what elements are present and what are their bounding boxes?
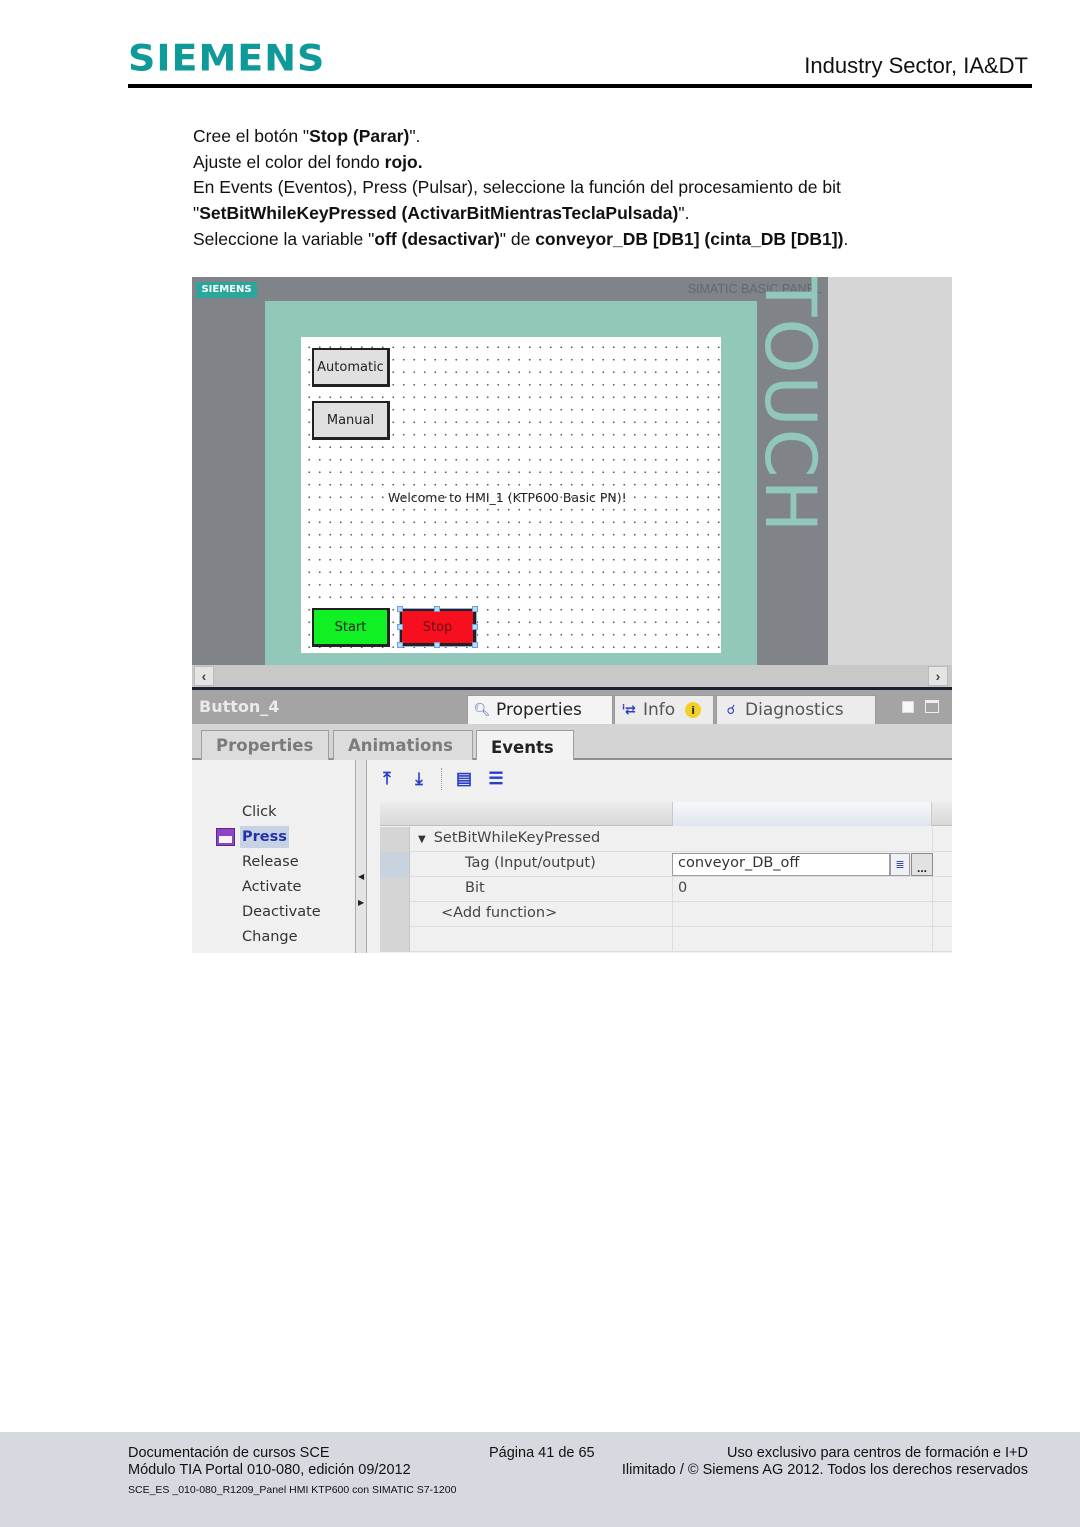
- collapse-caret-icon[interactable]: ▼: [418, 834, 426, 845]
- instructions: Cree el botón "Stop (Parar)". Ajuste el …: [193, 124, 848, 253]
- siemens-logo: SIEMENS: [128, 37, 326, 79]
- grid-header: [380, 802, 952, 826]
- scroll-right-button[interactable]: ›: [928, 666, 948, 686]
- event-item-change[interactable]: Change: [240, 926, 300, 948]
- instruction-line-5: Seleccione la variable "off (desactivar)…: [193, 228, 849, 249]
- tab-properties[interactable]: 🔍︎ Properties: [467, 695, 613, 724]
- tag-list-icon[interactable]: ≣: [890, 853, 910, 876]
- sector-label: Industry Sector, IA&DT: [804, 53, 1028, 78]
- header-divider: [128, 84, 1032, 88]
- instruction-line-2: Ajuste el color del fondo rojo.: [193, 151, 423, 172]
- footer-filename: SCE_ES _010-080_R1209_Panel HMI KTP600 c…: [128, 1484, 457, 1496]
- param-row-tag[interactable]: Tag (Input/output) conveyor_DB_off ≣ ...: [380, 852, 952, 877]
- properties-icon: 🔍︎: [473, 702, 491, 718]
- diagnostics-icon: ☌: [726, 702, 736, 718]
- empty-row: [380, 927, 952, 952]
- tia-portal-screenshot: SIEMENS SIMATIC BASIC PANEL TOUCH Automa…: [192, 277, 952, 953]
- device-siemens-logo: SIEMENS: [196, 282, 257, 298]
- resize-handle[interactable]: [397, 642, 403, 648]
- event-list: Click Press Release Activate Deactivate …: [192, 760, 355, 953]
- hmi-screen-canvas[interactable]: Automatic Manual Welcome to HMI_1 (KTP60…: [301, 337, 721, 653]
- tab-diagnostics[interactable]: ☌ Diagnostics: [716, 695, 876, 724]
- touch-label: TOUCH: [749, 277, 831, 535]
- instruction-line-1: Cree el botón "Stop (Parar)".: [193, 126, 421, 146]
- param-row-bit[interactable]: Bit 0: [380, 877, 952, 902]
- resize-handle[interactable]: [472, 642, 478, 648]
- expand-all-icon[interactable]: ☰: [486, 769, 506, 789]
- resize-handle[interactable]: [472, 624, 478, 630]
- chevron-right-icon: ›: [935, 668, 941, 684]
- bit-value[interactable]: 0: [678, 880, 687, 896]
- resize-handle[interactable]: [397, 606, 403, 612]
- instruction-line-3: En Events (Eventos), Press (Pulsar), sel…: [193, 177, 841, 198]
- add-function-row[interactable]: <Add function>: [380, 902, 952, 927]
- chevron-left-icon: ‹: [201, 668, 207, 684]
- collapse-left-icon[interactable]: ◀: [358, 872, 364, 881]
- automatic-button[interactable]: Automatic: [312, 348, 390, 387]
- selected-object-name: Button_4: [199, 697, 280, 716]
- resize-handle[interactable]: [397, 624, 403, 630]
- resize-handle[interactable]: [472, 606, 478, 612]
- stop-button[interactable]: Stop: [399, 608, 477, 647]
- add-function-link[interactable]: <Add function>: [441, 905, 557, 921]
- toolbar-separator: [441, 768, 442, 790]
- expand-right-icon[interactable]: ▶: [358, 898, 364, 907]
- browse-button[interactable]: ...: [911, 853, 933, 876]
- inspector-subtabs: Properties Animations Events: [192, 724, 952, 763]
- hmi-device-frame: SIEMENS SIMATIC BASIC PANEL TOUCH Automa…: [192, 277, 831, 665]
- function-list-icon: [216, 828, 235, 846]
- move-up-icon[interactable]: ⤒: [377, 769, 397, 789]
- event-item-click[interactable]: Click: [240, 801, 279, 823]
- info-icon: ⁱ⇄: [622, 702, 636, 718]
- move-down-icon[interactable]: ⤓: [409, 769, 429, 789]
- subtab-properties[interactable]: Properties: [201, 730, 329, 760]
- subtab-animations[interactable]: Animations: [333, 730, 473, 760]
- event-item-press[interactable]: Press: [240, 826, 289, 848]
- footer-copyright: Ilimitado / © Siemens AG 2012. Todos los…: [621, 1462, 1028, 1478]
- events-panel: Click Press Release Activate Deactivate …: [192, 760, 952, 953]
- footer-module: Módulo TIA Portal 010-080, edición 09/20…: [128, 1462, 411, 1478]
- scroll-left-button[interactable]: ‹: [194, 666, 214, 686]
- inspector-header: Button_4 🔍︎ Properties ⁱ⇄ Info i ☌ Diagn…: [192, 690, 952, 724]
- function-list-grid: ▼ SetBitWhileKeyPressed Tag (Input/output…: [380, 802, 952, 953]
- instruction-line-4: "SetBitWhileKeyPressed (ActivarBitMientr…: [193, 203, 690, 224]
- footer-usage: Uso exclusivo para centros de formación …: [726, 1445, 1028, 1461]
- folder-collapse-icon[interactable]: ▤: [454, 769, 474, 789]
- manual-button[interactable]: Manual: [312, 401, 390, 440]
- events-toolbar: ⤒ ⤓ ▤ ☰: [377, 766, 506, 792]
- tag-input-field[interactable]: conveyor_DB_off: [672, 853, 890, 876]
- horizontal-scrollbar[interactable]: ‹ ›: [192, 665, 952, 687]
- welcome-text[interactable]: Welcome to HMI_1 (KTP600 Basic PN)!: [388, 490, 627, 505]
- resize-handle[interactable]: [434, 606, 440, 612]
- function-row[interactable]: ▼ SetBitWhileKeyPressed: [380, 827, 952, 852]
- info-warning-icon: i: [685, 702, 702, 718]
- footer-course-doc: Documentación de cursos SCE: [128, 1445, 330, 1461]
- event-item-release[interactable]: Release: [240, 851, 301, 873]
- subtab-events[interactable]: Events: [476, 730, 574, 763]
- tab-info[interactable]: ⁱ⇄ Info i: [614, 695, 714, 724]
- page-footer: Documentación de cursos SCE Módulo TIA P…: [0, 1432, 1080, 1527]
- panel-splitter[interactable]: ◀ ▶: [355, 760, 367, 953]
- event-item-deactivate[interactable]: Deactivate: [240, 901, 323, 923]
- minimize-panel-icon[interactable]: [925, 700, 939, 713]
- start-button[interactable]: Start: [312, 608, 390, 647]
- page-number: Página 41 de 65: [489, 1445, 595, 1461]
- float-window-icon[interactable]: [902, 701, 914, 713]
- event-item-activate[interactable]: Activate: [240, 876, 303, 898]
- resize-handle[interactable]: [434, 642, 440, 648]
